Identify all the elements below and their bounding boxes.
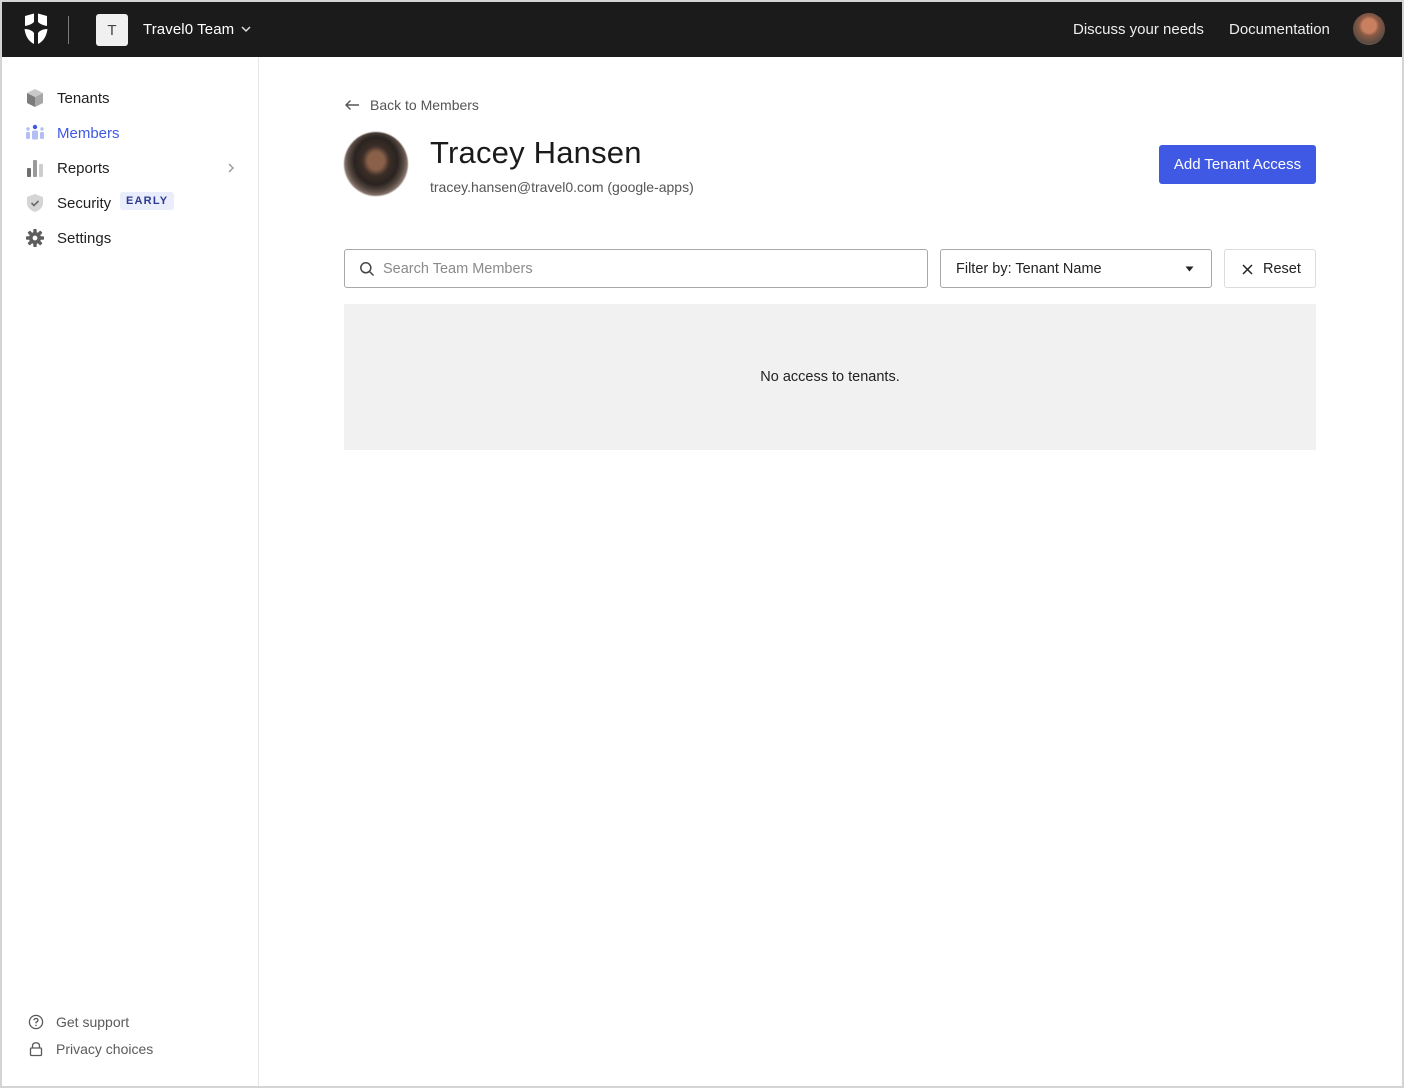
reset-button[interactable]: Reset: [1224, 249, 1316, 288]
top-bar: T Travel0 Team Discuss your needs Docume…: [2, 2, 1402, 57]
help-circle-icon: [28, 1014, 44, 1030]
sidebar-item-reports[interactable]: Reports: [24, 156, 236, 180]
reset-label: Reset: [1263, 261, 1301, 277]
privacy-choices-label: Privacy choices: [56, 1041, 154, 1057]
add-tenant-access-button[interactable]: Add Tenant Access: [1159, 145, 1316, 184]
search-field[interactable]: [344, 249, 928, 288]
arrow-left-icon: [345, 100, 359, 110]
documentation-link[interactable]: Documentation: [1229, 21, 1330, 38]
team-switcher[interactable]: Travel0 Team: [143, 21, 234, 38]
sidebar: Tenants Members Reports Security EARLY S…: [2, 57, 259, 1086]
tenant-filter-select[interactable]: Filter by: Tenant Name: [940, 249, 1212, 288]
member-avatar: [344, 132, 408, 196]
early-badge: EARLY: [120, 192, 175, 210]
privacy-choices-link[interactable]: Privacy choices: [28, 1039, 153, 1059]
users-icon: [26, 124, 44, 140]
member-email: tracey.hansen@travel0.com (google-apps): [430, 179, 694, 195]
filter-selected-value: Filter by: Tenant Name: [956, 261, 1102, 277]
user-avatar[interactable]: [1353, 13, 1385, 45]
member-name: Tracey Hansen: [430, 135, 642, 170]
search-icon: [360, 262, 375, 277]
get-support-label: Get support: [56, 1014, 130, 1030]
close-icon: [1242, 264, 1253, 275]
sidebar-item-settings[interactable]: Settings: [24, 226, 236, 250]
sidebar-item-label: Members: [57, 124, 120, 142]
sidebar-item-label: Tenants: [57, 89, 110, 107]
sidebar-item-label: Settings: [57, 229, 112, 247]
sidebar-item-members[interactable]: Members: [24, 121, 236, 145]
sidebar-item-label: Reports: [57, 159, 110, 177]
chevron-right-icon: [228, 163, 234, 173]
get-support-link[interactable]: Get support: [28, 1012, 129, 1032]
tenant-access-empty-state: No access to tenants.: [344, 304, 1316, 450]
sidebar-item-security[interactable]: Security EARLY: [24, 191, 236, 215]
topbar-divider: [68, 16, 69, 44]
discuss-needs-link[interactable]: Discuss your needs: [1073, 21, 1204, 38]
team-initial-badge[interactable]: T: [96, 14, 128, 46]
sidebar-item-tenants[interactable]: Tenants: [24, 86, 236, 110]
shield-star-logo-icon[interactable]: [22, 13, 50, 45]
gear-icon: [26, 229, 44, 247]
chevron-down-icon[interactable]: [240, 24, 252, 34]
lock-icon: [29, 1042, 43, 1057]
sidebar-item-label: Security: [57, 194, 112, 212]
empty-state-message: No access to tenants.: [760, 369, 900, 385]
app-window: T Travel0 Team Discuss your needs Docume…: [2, 2, 1402, 1086]
back-link-label: Back to Members: [370, 97, 479, 113]
cube-icon: [27, 89, 43, 107]
back-to-members-link[interactable]: Back to Members: [344, 97, 479, 113]
bar-chart-icon: [27, 160, 43, 177]
caret-down-icon: [1185, 266, 1194, 272]
shield-check-icon: [27, 194, 43, 212]
search-input[interactable]: [383, 250, 913, 287]
